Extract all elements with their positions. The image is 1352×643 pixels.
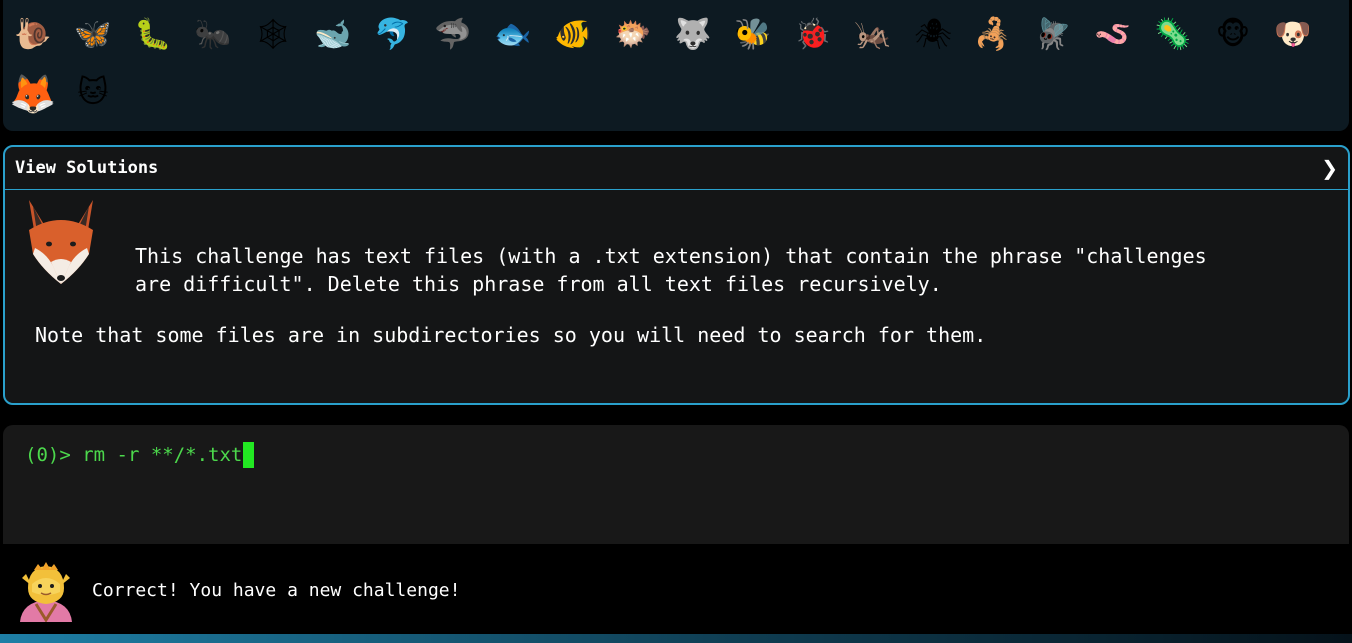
caterpillar-icon: 🐛 [134,17,172,52]
fox-avatar-icon [29,200,93,284]
terminal-prompt: (0)> [25,444,71,466]
pufferfish-icon: 🐡 [614,17,652,52]
animal-wolf[interactable]: 🐺 [663,6,723,64]
challenge-description: This challenge has text files (with a .t… [135,244,1207,296]
scorpion-icon: 🦂 [974,17,1012,52]
wolf-icon: 🐺 [674,17,712,52]
animal-caterpillar[interactable]: 🐛 [123,6,183,64]
microbe-icon: 🦠 [1154,17,1192,52]
animal-worm[interactable]: 🪱 [1083,6,1143,64]
cat-icon: 🐱 [77,75,109,110]
ladybug-icon: 🐞 [794,17,832,52]
animal-butterfly[interactable]: 🦋 [63,6,123,64]
view-solutions-label: View Solutions [15,158,159,178]
animal-tropical-fish[interactable]: 🐠 [543,6,603,64]
tropical-fish-icon: 🐠 [554,17,592,52]
ant-icon: 🐜 [194,17,232,52]
terminal[interactable]: (0)> rm -r **/*.txt [3,425,1349,544]
spider-icon: 🕷 [913,17,953,52]
animal-snail[interactable]: 🐌 [3,6,63,64]
fish-icon: 🐟 [494,17,532,52]
terminal-cursor [243,442,255,468]
animal-cricket[interactable]: 🦗 [843,6,903,64]
bottom-progress-strip [0,634,1352,643]
shark-icon: 🦈 [434,17,472,52]
view-solutions-toggle[interactable]: View Solutions ❯ [5,147,1348,190]
challenge-panel: View Solutions ❯ This challenge has text… [3,145,1350,405]
animal-pufferfish[interactable]: 🐡 [603,6,663,64]
chevron-right-icon[interactable]: ❯ [1321,156,1338,180]
worm-icon: 🪱 [1094,17,1132,52]
animal-selector-bar: 🐌 🦋 🐛 🐜 🕸 🐋 🐬 🦈 🐟 🐠 🐡 🐺 🐝 🐞 🦗 🕷 🦂 🪰 🪱 🦠 🐵 🐶 🦊 🐱 [3,0,1349,131]
animal-ant[interactable]: 🐜 [183,6,243,64]
animal-fish[interactable]: 🐟 [483,6,543,64]
animal-microbe[interactable]: 🦠 [1143,6,1203,64]
animal-cat[interactable]: 🐱 [63,64,123,122]
animal-ladybug[interactable]: 🐞 [783,6,843,64]
animal-grid: 🐌 🦋 🐛 🐜 🕸 🐋 🐬 🦈 🐟 🐠 🐡 🐺 🐝 🐞 🦗 🕷 🦂 🪰 🪱 🦠 🐵 🐶 🦊 🐱 [3,6,1349,122]
snail-icon: 🐌 [14,17,52,52]
butterfly-icon: 🦋 [74,17,112,52]
spider-web-icon: 🕸 [253,17,293,52]
animal-bee[interactable]: 🐝 [723,6,783,64]
terminal-input-line[interactable]: (0)> rm -r **/*.txt [25,442,255,468]
fox-icon: 🦊 [9,72,57,116]
animal-whale[interactable]: 🐋 [303,6,363,64]
animal-scorpion[interactable]: 🦂 [963,6,1023,64]
monkey-icon: 🐵 [1215,17,1251,52]
animal-monkey[interactable]: 🐵 [1203,6,1263,64]
bee-icon: 🐝 [734,17,772,52]
challenge-note: Note that some files are in subdirectori… [35,323,987,347]
animal-dolphin[interactable]: 🐬 [363,6,423,64]
animal-fly[interactable]: 🪰 [1023,6,1083,64]
fly-icon: 🪰 [1034,17,1072,52]
dolphin-icon: 🐬 [374,17,412,52]
whale-icon: 🐋 [314,17,352,52]
dog-icon: 🐶 [1274,17,1312,52]
animal-fox[interactable]: 🦊 [3,64,63,122]
elf-avatar-icon [20,562,72,622]
cricket-icon: 🦗 [854,17,892,52]
animal-shark[interactable]: 🦈 [423,6,483,64]
animal-spider-web[interactable]: 🕸 [243,6,303,64]
animal-spider[interactable]: 🕷 [903,6,963,64]
feedback-message: Correct! You have a new challenge! [14,558,460,622]
terminal-command[interactable]: rm -r **/*.txt [82,442,242,468]
animal-dog[interactable]: 🐶 [1263,6,1323,64]
feedback-text: Correct! You have a new challenge! [92,579,461,601]
